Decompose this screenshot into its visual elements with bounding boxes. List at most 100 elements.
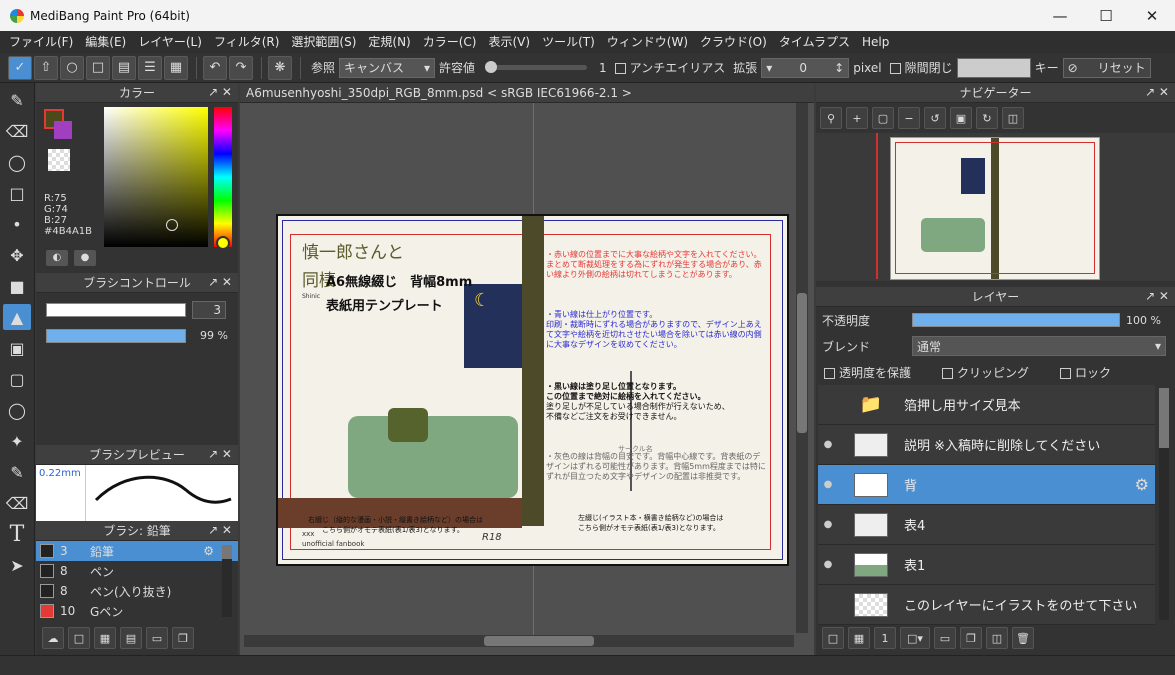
text-tool-icon[interactable]: T — [3, 521, 31, 547]
panel-buttons[interactable]: ↗ ✕ — [1145, 85, 1169, 99]
cloud-brush-icon[interactable]: ☁ — [42, 627, 64, 649]
brush-size-value[interactable]: 3 — [192, 301, 226, 319]
eye-icon[interactable]: ● — [818, 479, 838, 490]
panel-buttons[interactable]: ↗ ✕ — [208, 275, 232, 289]
gap-slider[interactable] — [956, 57, 1031, 78]
canvas-tab[interactable]: A6musenhyoshi_350dpi_RGB_8mm.psd < sRGB … — [240, 83, 814, 103]
zoom-icon[interactable]: ⚲ — [820, 107, 842, 129]
reset-button[interactable]: ⊘ リセット — [1062, 57, 1151, 78]
document-page[interactable]: ☾ 慎一郎さんと 同棲 A6無線綴じ 背幅8mm 表紙用テンプレート Shini… — [276, 214, 789, 566]
sv-cursor[interactable] — [166, 219, 178, 231]
antialias-checkbox[interactable]: アンチエイリアス — [614, 59, 725, 76]
brush-tool-icon[interactable]: ✎ — [3, 87, 31, 113]
hue-cursor[interactable] — [216, 236, 230, 250]
checkbox-icon[interactable] — [889, 63, 901, 74]
menu-file[interactable]: ファイル(F) — [3, 31, 79, 53]
brush-item[interactable]: 8 ペン — [36, 561, 238, 581]
eye-icon[interactable]: ● — [818, 439, 838, 450]
canvas-hscroll[interactable] — [244, 635, 794, 647]
brush-item[interactable]: 10 Gペン — [36, 601, 238, 621]
slider-knob[interactable] — [485, 61, 498, 73]
add-brush-icon[interactable]: ▦ — [94, 627, 116, 649]
new-1bit-layer-icon[interactable]: 1 — [874, 627, 896, 649]
merge-layer-icon[interactable]: ◫ — [986, 627, 1008, 649]
gear-icon[interactable]: ⚙ — [1135, 475, 1149, 494]
menu-select[interactable]: 選択範囲(S) — [285, 31, 362, 53]
scroll-thumb[interactable] — [1159, 388, 1169, 448]
layer-item[interactable]: ● 説明 ※入稿時に削除してください — [818, 425, 1155, 465]
new-layer-icon[interactable]: □ — [822, 627, 844, 649]
eye-icon[interactable]: ● — [818, 519, 838, 530]
redo-icon[interactable]: ↷ — [229, 55, 253, 80]
new-brush-icon[interactable]: □ — [68, 627, 90, 649]
lock-checkbox[interactable]: ロック — [1060, 364, 1111, 381]
undo-icon[interactable]: ↶ — [203, 55, 227, 80]
checkbox-icon[interactable] — [1060, 367, 1071, 379]
menu-help[interactable]: Help — [856, 31, 895, 53]
gear-icon[interactable]: ⚙ — [203, 544, 214, 558]
checkbox-icon[interactable] — [824, 367, 835, 379]
layer-item[interactable]: ● 表1 — [818, 545, 1155, 585]
brush-opacity-slider[interactable] — [46, 329, 186, 343]
scroll-thumb[interactable] — [222, 545, 232, 559]
tolerance-slider[interactable] — [485, 61, 588, 73]
protect-checkbox[interactable]: 透明度を保護 — [824, 364, 942, 381]
grid-icon[interactable]: ▦ — [164, 55, 188, 80]
gradient-tool-icon[interactable]: ▣ — [3, 335, 31, 361]
clip-checkbox[interactable]: クリッピング — [942, 364, 1060, 381]
menu-timelapse[interactable]: タイムラプス — [773, 31, 856, 53]
checkbox-icon[interactable] — [942, 367, 953, 379]
message-icon[interactable]: □ — [86, 55, 110, 80]
rotate-right-icon[interactable]: ↻ — [976, 107, 998, 129]
menu-color[interactable]: カラー(C) — [417, 31, 483, 53]
fit-icon[interactable]: ▢ — [872, 107, 894, 129]
vscroll-thumb[interactable] — [797, 293, 807, 433]
operation-tool-icon[interactable]: ➤ — [3, 552, 31, 578]
ref-select[interactable]: キャンバス ▾ — [339, 57, 436, 78]
delete-layer-icon[interactable]: 🗑 — [1012, 627, 1034, 649]
navigator-preview[interactable] — [816, 133, 1175, 281]
bucket-tool-icon[interactable]: ▲ — [3, 304, 31, 330]
brush-settings-icon[interactable]: ▤ — [120, 627, 142, 649]
panel-buttons[interactable]: ↗ ✕ — [208, 523, 232, 537]
brush-list-scrollbar[interactable] — [222, 545, 232, 617]
canvas-vscroll[interactable] — [796, 103, 808, 633]
list-icon[interactable]: ☰ — [138, 55, 162, 80]
zoom-out-icon[interactable]: − — [898, 107, 920, 129]
menu-window[interactable]: ウィンドウ(W) — [601, 31, 694, 53]
secondary-color-swatch[interactable] — [54, 121, 72, 139]
dot-tool-icon[interactable]: • — [3, 211, 31, 237]
eyedropper-icon[interactable]: ● — [74, 250, 96, 266]
checkbox-icon[interactable] — [614, 63, 626, 74]
brush-item[interactable]: 8 ペン(入り抜き) — [36, 581, 238, 601]
move-tool-icon[interactable]: ✥ — [3, 242, 31, 268]
layer-scrollbar[interactable] — [1159, 388, 1169, 620]
close-button[interactable]: ✕ — [1129, 0, 1175, 31]
menu-filter[interactable]: フィルタ(R) — [208, 31, 285, 53]
gap-close-checkbox[interactable]: 隙間閉じ — [889, 59, 953, 76]
reset-view-icon[interactable]: ▣ — [950, 107, 972, 129]
hue-slider[interactable] — [214, 107, 232, 247]
blend-select[interactable]: 通常 ▾ — [912, 336, 1166, 356]
menu-view[interactable]: 表示(V) — [482, 31, 536, 53]
new-folder-icon[interactable]: ▭ — [934, 627, 956, 649]
page-icon[interactable]: ▤ — [112, 55, 136, 80]
magic-wand-icon[interactable]: ✦ — [3, 428, 31, 454]
menu-tool[interactable]: ツール(T) — [536, 31, 601, 53]
duplicate-layer-icon[interactable]: ❐ — [960, 627, 982, 649]
lasso-tool-icon[interactable]: ◯ — [3, 397, 31, 423]
zoom-in-icon[interactable]: + — [846, 107, 868, 129]
flip-icon[interactable]: ◫ — [1002, 107, 1024, 129]
layer-item[interactable]: 📁 箔押し用サイズ見本 — [818, 385, 1155, 425]
palette-icon[interactable]: ◐ — [46, 250, 68, 266]
select-rectangle-icon[interactable]: ▢ — [3, 366, 31, 392]
menu-layer[interactable]: レイヤー(L) — [132, 31, 208, 53]
comment-icon[interactable]: ○ — [60, 55, 84, 80]
menu-cloud[interactable]: クラウド(O) — [694, 31, 773, 53]
share-icon[interactable]: ⇧ — [34, 55, 58, 80]
loading-icon[interactable]: ❋ — [268, 55, 292, 80]
maximize-button[interactable]: ☐ — [1083, 0, 1129, 31]
add-layer-menu-icon[interactable]: □▾ — [900, 627, 930, 649]
fill-rectangle-icon[interactable]: ■ — [3, 273, 31, 299]
panel-buttons[interactable]: ↗ ✕ — [208, 85, 232, 99]
